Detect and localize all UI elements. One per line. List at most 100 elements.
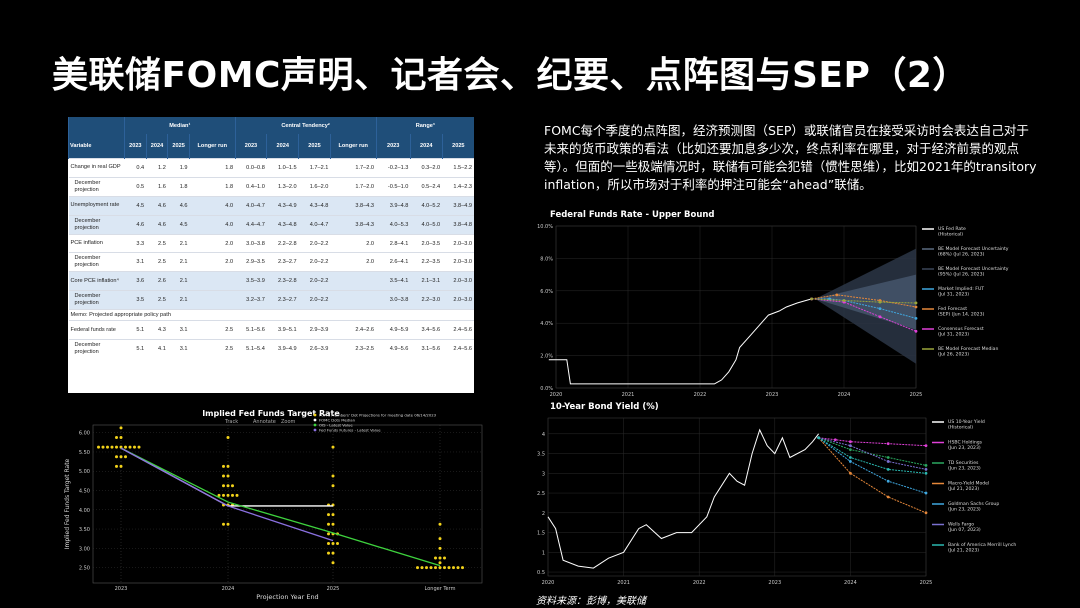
y-tick-label: 6.0% [540, 289, 553, 295]
sep-cell: 2.8–4.1 [376, 233, 411, 253]
toolbar-item: Track [224, 419, 238, 425]
sep-cell: 2.6–3.9 [298, 339, 331, 358]
y-tick-label: 4 [542, 432, 545, 438]
x-tick-label: 2024 [838, 392, 851, 398]
sep-cell: 4.1 [146, 339, 168, 358]
forecast-point [886, 479, 890, 483]
sep-row-label: December projection [68, 290, 125, 310]
sep-cell: 0.3–2.0 [410, 158, 443, 178]
legend-entry: US 10-Year Yield [948, 419, 985, 425]
legend-entry-date: (Jun 23, 2023) [948, 466, 981, 472]
sep-cell: 1.5–2.2 [442, 158, 474, 178]
y-tick-label: 10.0% [537, 224, 553, 230]
legend-entry: BE Model Forecast Median [938, 346, 998, 352]
legend-entry-date: (Jul 21, 2023) [948, 548, 979, 554]
sep-col-header: 2023 [234, 134, 267, 159]
sep-cell: 0.0–0.8 [235, 158, 267, 178]
fomc-dot [425, 566, 428, 570]
fomc-dot [438, 561, 442, 565]
fomc-dot [106, 445, 109, 449]
table-row: December projection 5.1 4.1 3.1 2.5 5.1–5.4 3.… [68, 339, 474, 358]
fomc-dot [438, 522, 442, 526]
sep-cell: 3.6 [124, 271, 147, 291]
y-tick-label: 2.0% [540, 354, 553, 360]
table-row: Change in real GDP 0.4 1.2 1.9 1.8 0.0–0.8 1.0… [68, 158, 474, 178]
sep-cell: 3.2–3.7 [235, 290, 267, 310]
sep-cell: 2.9–3.9 [298, 320, 331, 340]
sep-col-header: 2023 [375, 134, 411, 159]
x-tick-label: 2021 [622, 392, 635, 398]
sep-cell: 4.3–4.8 [298, 195, 331, 216]
fomc-dot [119, 464, 123, 468]
fomc-dot [429, 566, 433, 570]
sep-cell: 2.0 [330, 252, 376, 272]
fomc-dot [222, 474, 225, 478]
sep-memo: Memo: Projected appropriate policy path [68, 309, 474, 321]
sep-cell: 4.6 [146, 195, 168, 216]
x-tick-label: 2024 [844, 580, 857, 586]
forecast-point [924, 444, 928, 448]
chart-title: Federal Funds Rate - Upper Bound [550, 210, 715, 220]
forecast-line [818, 437, 927, 514]
fomc-dot [115, 445, 118, 449]
legend-entry: Market Implied: FUT [938, 286, 984, 292]
slide-title: 美联储FOMC声明、记者会、纪要、点阵图与SEP（2） [52, 55, 969, 96]
sep-cell: 2.1–3.1 [410, 271, 443, 291]
fomc-dot [331, 542, 335, 545]
x-tick-label: 2020 [550, 392, 563, 398]
sep-cell: 2.4–2.6 [330, 320, 376, 340]
fomc-dot [119, 436, 123, 440]
sep-cell: 2.6 [146, 271, 168, 291]
table-row: December projection 3.1 2.5 2.1 2.0 2.9–3.5 2.… [68, 252, 474, 272]
legend-entry: Bank of America Merrill Lynch [948, 542, 1016, 548]
fomc-dot [226, 436, 230, 440]
y-tick-label: 3.00 [79, 546, 90, 552]
table-row: December projection 3.5 2.5 2.1 3.2–3.7 2.3–2… [68, 290, 474, 310]
y-tick-label: 5.00 [79, 469, 90, 475]
sep-cell: 2.4–5.6 [442, 339, 474, 358]
sep-cell: 4.9–5.9 [376, 320, 411, 340]
sep-row-label: Core PCE inflation⁴ [68, 271, 125, 291]
x-tick-label: 2025 [327, 586, 340, 592]
sep-cell: 5.1 [124, 320, 147, 340]
legend-entry-date: (Jun 23, 2023) [948, 445, 981, 451]
fomc-dot [420, 566, 424, 570]
forecast-point [849, 448, 852, 451]
sep-cell: 0.5–2.4 [410, 176, 443, 197]
sep-col-header: 2023 [124, 134, 147, 159]
legend-entry-date: (Jul 26, 2023) [938, 352, 969, 358]
plot-area [92, 424, 483, 584]
fomc-dot [226, 484, 230, 488]
legend-entry: US Fed Rate [938, 226, 966, 232]
forecast-point [914, 301, 918, 305]
legend-marker [313, 423, 317, 427]
x-axis-label: Projection Year End [256, 593, 318, 601]
fomc-dot [331, 445, 335, 449]
sep-cell: 2.0–2.2 [298, 252, 331, 272]
x-tick-label: 2023 [115, 586, 128, 592]
sep-cell: 3.5–4.1 [376, 271, 411, 291]
forecast-point [886, 495, 890, 499]
fomc-dot [443, 566, 446, 570]
sep-cell: 2.0 [189, 233, 236, 253]
legend-entry-date: (SEP) (Jun 14, 2023) [938, 312, 985, 318]
forecast-point [835, 293, 839, 297]
sep-cell: 2.5 [189, 320, 236, 340]
fomc-dot [119, 455, 123, 459]
forecast-point [849, 471, 852, 475]
legend-entry-date: (Jun 07, 2023) [948, 527, 981, 533]
x-tick-label: 2025 [910, 392, 923, 398]
sep-col-header: Longer run [329, 134, 376, 159]
forecast-point [810, 297, 813, 301]
fomc-dot [226, 474, 230, 478]
forecast-point [886, 460, 890, 463]
legend-entry: BE Model Forecast Uncertainty [938, 266, 1009, 272]
y-tick-label: 2 [542, 511, 545, 517]
sep-cell: 3.8–4.3 [330, 195, 376, 216]
sep-cell: 2.2–3.5 [410, 252, 443, 272]
sep-cell: 5.1–5.4 [235, 339, 267, 358]
sep-cell: 4.6 [146, 214, 168, 235]
sep-cell: 0.4 [124, 158, 147, 178]
legend-entry: Goldman Sachs Group [948, 501, 999, 507]
toolbar-item: Zoom [281, 419, 296, 425]
